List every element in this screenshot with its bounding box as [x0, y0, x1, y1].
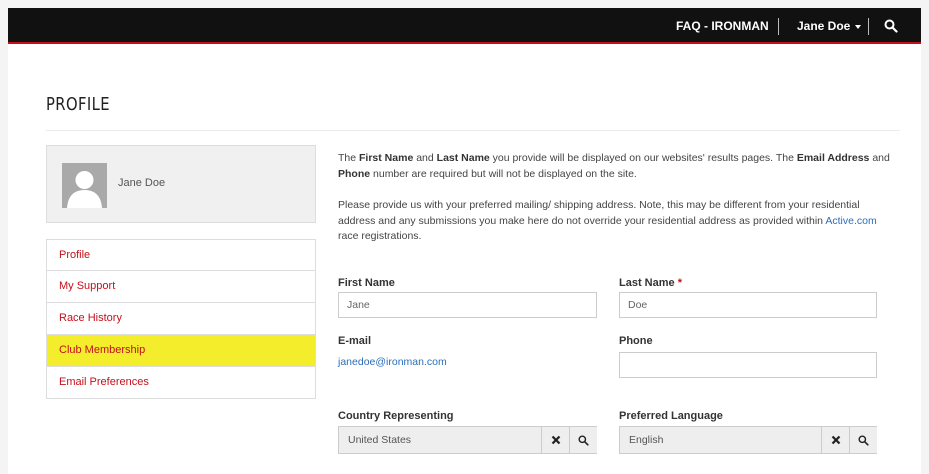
intro-bold: First Name: [359, 152, 414, 164]
nav-separator: [778, 18, 779, 35]
intro-text: race registrations.: [338, 230, 422, 242]
page-title: PROFILE: [46, 94, 111, 115]
intro-text: Please provide us with your preferred ma…: [338, 199, 860, 227]
country-label: Country Representing: [338, 410, 454, 422]
intro-text: number are required but will not be disp…: [370, 167, 637, 180]
active-com-link[interactable]: Active.com: [825, 215, 876, 227]
last-name-label-text: Last Name: [619, 277, 675, 289]
language-value: English: [629, 434, 664, 446]
phone-field[interactable]: [619, 352, 877, 378]
clear-icon[interactable]: [541, 427, 569, 453]
email-value: janedoe@ironman.com: [338, 356, 447, 368]
user-menu-button[interactable]: Jane Doe: [797, 8, 862, 44]
intro-text: and: [413, 152, 437, 164]
language-label: Preferred Language: [619, 410, 723, 422]
page: FAQ - IRONMAN Jane Doe PROFILE Jane Doe …: [8, 8, 921, 474]
browser-frame: FAQ - IRONMAN Jane Doe PROFILE Jane Doe …: [0, 0, 929, 474]
intro-text: and: [869, 152, 890, 164]
country-value: United States: [348, 434, 412, 446]
sidebar-item-profile[interactable]: Profile: [46, 239, 316, 271]
phone-label: Phone: [619, 335, 653, 347]
intro-bold: Last Name: [436, 152, 490, 164]
last-name-field[interactable]: Doe: [619, 292, 877, 318]
divider: [46, 130, 900, 131]
sidebar-item-race-history[interactable]: Race History: [46, 303, 316, 335]
email-label: E-mail: [338, 335, 372, 347]
faq-link[interactable]: FAQ - IRONMAN: [676, 8, 769, 44]
sidebar-item-email-preferences[interactable]: Email Preferences: [46, 367, 316, 399]
profile-card: Jane Doe: [46, 145, 316, 223]
first-name-label: First Name: [338, 277, 395, 289]
country-select[interactable]: United States: [338, 426, 597, 454]
user-avatar-icon: [62, 163, 107, 208]
intro-paragraph-names: The First Name and Last Name you provide…: [338, 151, 898, 182]
top-navigation-bar: FAQ - IRONMAN Jane Doe: [8, 8, 921, 44]
search-icon[interactable]: [849, 427, 877, 453]
sidebar-nav: Profile My Support Race History Club Mem…: [46, 239, 316, 399]
last-name-label: Last Name *: [619, 277, 682, 289]
language-select[interactable]: English: [619, 426, 877, 454]
intro-text: The: [338, 152, 360, 164]
caret-down-icon: [855, 24, 862, 29]
clear-icon[interactable]: [821, 427, 849, 453]
first-name-field[interactable]: Jane: [338, 292, 597, 318]
profile-name: Jane Doe: [118, 177, 166, 189]
sidebar-item-my-support[interactable]: My Support: [46, 271, 316, 303]
intro-text: you provide will be displayed on our web…: [489, 152, 797, 164]
intro-bold: Email Address: [796, 152, 870, 164]
search-icon[interactable]: [884, 19, 898, 33]
nav-separator: [868, 18, 869, 35]
intro-paragraph-address: Please provide us with your preferred ma…: [338, 198, 898, 245]
sidebar-item-club-membership[interactable]: Club Membership: [46, 335, 316, 367]
required-mark: *: [677, 277, 682, 289]
intro-bold: Phone: [338, 167, 371, 180]
user-menu-label: Jane Doe: [797, 19, 851, 33]
search-icon[interactable]: [569, 427, 597, 453]
